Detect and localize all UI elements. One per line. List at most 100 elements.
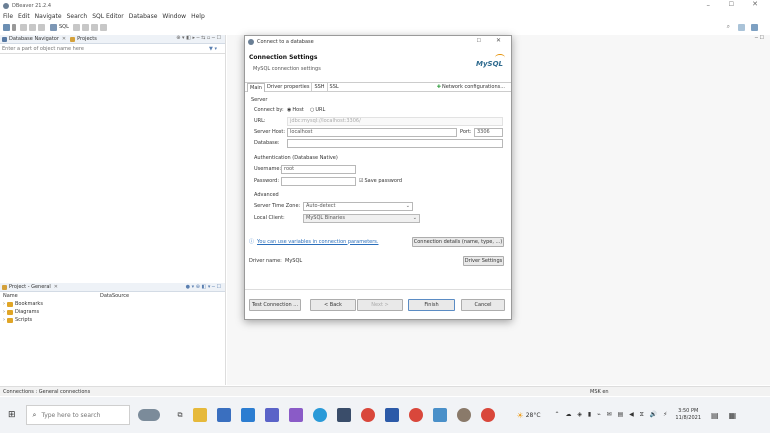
taskbar-search[interactable]: ⌕: [25, 405, 130, 425]
refresh-icon[interactable]: [38, 23, 45, 31]
navigator-filter-input[interactable]: [0, 45, 204, 52]
menu-window[interactable]: Window: [162, 13, 186, 20]
chevron-down-icon[interactable]: ⌄: [413, 215, 417, 222]
cortana-icon[interactable]: [137, 409, 160, 421]
store-icon[interactable]: [216, 408, 231, 422]
search-toolbar-icon[interactable]: ⌕: [727, 23, 730, 31]
save-password-checkbox[interactable]: ☑ Save password: [359, 178, 402, 184]
weather-icon[interactable]: ☀: [517, 411, 524, 420]
radio-host-label[interactable]: Host: [292, 107, 303, 113]
commit-icon[interactable]: [72, 23, 80, 31]
close-window-button[interactable]: ✕: [752, 0, 758, 8]
new-connection-icon[interactable]: [3, 23, 10, 31]
dialog-maximize-button[interactable]: ☐: [477, 38, 481, 44]
password-field[interactable]: [281, 177, 356, 186]
tray-icons[interactable]: ⌃ ☁ ◈ ▮ ⌁ ✉ ▤ ◀ ⧖ 🔊 ⚡: [555, 411, 670, 419]
action-center-icon[interactable]: ▦: [729, 411, 737, 420]
menu-search[interactable]: Search: [67, 13, 88, 20]
list-item[interactable]: › Scripts: [0, 316, 225, 324]
word-icon[interactable]: [384, 408, 399, 422]
project-panel-title[interactable]: Project - General: [9, 284, 51, 290]
tab-ssl[interactable]: SSL: [328, 83, 341, 91]
url-field[interactable]: jdbc:mysql://localhost:3306/: [287, 117, 503, 126]
project-close-icon[interactable]: ✕: [54, 284, 58, 290]
perspective-sql-icon[interactable]: [751, 23, 758, 31]
username-field[interactable]: root: [281, 165, 356, 174]
port-field[interactable]: 3306: [474, 128, 503, 137]
expand-icon[interactable]: ›: [3, 309, 5, 315]
driver-settings-button[interactable]: Driver Settings: [463, 256, 504, 266]
start-button[interactable]: ⊞: [8, 410, 16, 420]
navigator-toolbar-icons[interactable]: ⊕ ▾ ◧ ▸ ─ ⇆ ▫ ─ ☐: [176, 35, 221, 41]
expand-icon[interactable]: ›: [3, 317, 5, 323]
project-item-scripts[interactable]: Scripts: [15, 317, 32, 323]
mail-icon[interactable]: [240, 408, 255, 422]
chrome-icon[interactable]: [360, 408, 375, 422]
tab-close-icon[interactable]: ✕: [62, 36, 66, 42]
teams-icon[interactable]: [264, 408, 279, 422]
radio-host[interactable]: ◉ Host: [287, 107, 304, 113]
project-toolbar-icons[interactable]: ● ▾ ⊕ ◧ ▾ ─ ☐: [186, 284, 221, 290]
radio-url-icon[interactable]: ○: [310, 107, 314, 113]
dialog-close-button[interactable]: ✕: [496, 37, 501, 44]
clock[interactable]: 3:50 PM 11/8/2021: [675, 408, 701, 422]
rollback-icon[interactable]: [81, 23, 89, 31]
list-item[interactable]: › Diagrams: [0, 308, 225, 316]
tools-icon[interactable]: [99, 23, 107, 31]
maximize-button[interactable]: ☐: [729, 1, 734, 8]
dbeaver-taskbar-icon[interactable]: [456, 408, 471, 422]
save-password-label[interactable]: Save password: [364, 178, 402, 184]
local-client-select[interactable]: MySQL Binaries ⌄: [303, 214, 420, 223]
checkbox-icon[interactable]: ☑: [359, 178, 363, 184]
server-host-field[interactable]: localhost: [287, 128, 457, 137]
project-item-diagrams[interactable]: Diagrams: [15, 309, 39, 315]
chevron-down-icon[interactable]: ⌄: [406, 203, 410, 210]
menu-database[interactable]: Database: [129, 13, 158, 20]
timezone-select[interactable]: Auto-detect ⌄: [303, 202, 413, 211]
terminal-icon[interactable]: [336, 408, 351, 422]
menu-navigate[interactable]: Navigate: [35, 13, 62, 20]
back-button[interactable]: < Back: [310, 299, 356, 311]
chrome-active-icon[interactable]: [480, 408, 495, 422]
project-item-bookmarks[interactable]: Bookmarks: [15, 301, 43, 307]
radio-url[interactable]: ○ URL: [310, 107, 325, 113]
list-item[interactable]: › Bookmarks: [0, 300, 225, 308]
tab-ssh[interactable]: SSH: [312, 83, 328, 91]
menu-edit[interactable]: Edit: [18, 13, 30, 20]
notification-icon[interactable]: ▤: [711, 411, 719, 420]
cancel-button[interactable]: Cancel: [461, 299, 505, 311]
radio-host-icon[interactable]: ◉: [287, 107, 291, 113]
tab-projects[interactable]: Projects: [77, 36, 97, 42]
minimize-button[interactable]: –: [707, 1, 711, 9]
photos-icon[interactable]: [432, 408, 447, 422]
edge-icon[interactable]: [312, 408, 327, 422]
sql-button[interactable]: SQL: [59, 24, 69, 30]
task-view-icon[interactable]: ⧉: [178, 411, 183, 420]
perspective-icon[interactable]: [738, 23, 745, 31]
tab-driver-properties[interactable]: Driver properties: [265, 83, 313, 91]
radio-url-label[interactable]: URL: [315, 107, 325, 113]
weather-temp[interactable]: 28°C: [526, 412, 541, 419]
taskbar-search-input[interactable]: [39, 410, 124, 420]
variables-link[interactable]: You can use variables in connection para…: [257, 239, 378, 245]
filter-icon[interactable]: ▼ ▾: [209, 46, 217, 52]
expand-icon[interactable]: ›: [3, 301, 5, 307]
column-datasource[interactable]: DataSource: [100, 293, 129, 299]
column-name[interactable]: Name: [3, 293, 100, 299]
file-explorer-icon[interactable]: [192, 408, 207, 422]
connect-icon[interactable]: [20, 23, 27, 31]
sql-editor-icon[interactable]: [50, 23, 57, 31]
menu-file[interactable]: File: [3, 13, 13, 20]
tab-database-navigator[interactable]: Database Navigator: [9, 36, 59, 42]
editor-area-controls[interactable]: ─ ☐: [755, 35, 764, 41]
network-configurations-link[interactable]: Network configurations...: [442, 84, 505, 90]
test-connection-button[interactable]: Test Connection ...: [249, 299, 301, 311]
finish-button[interactable]: Finish: [408, 299, 455, 311]
tab-main[interactable]: Main: [247, 82, 265, 92]
connection-details-button[interactable]: Connection details (name, type, ...): [412, 237, 504, 247]
database-field[interactable]: [287, 139, 503, 148]
dropdown-icon[interactable]: [12, 23, 16, 31]
menu-sql-editor[interactable]: SQL Editor: [92, 13, 124, 20]
app-icon[interactable]: [288, 408, 303, 422]
menu-help[interactable]: Help: [191, 13, 205, 20]
